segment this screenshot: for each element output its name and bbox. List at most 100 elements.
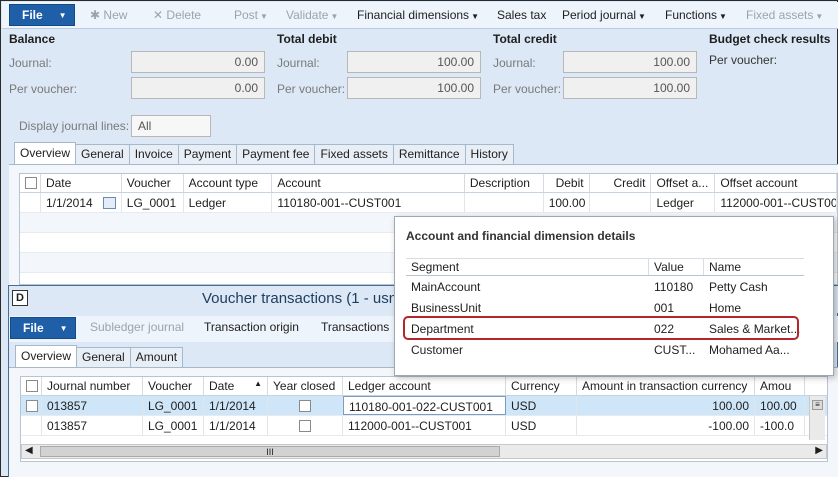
subledger-journal-button[interactable]: Subledger journal: [90, 320, 184, 334]
col-account-type[interactable]: Account type: [184, 174, 273, 192]
journal-number-cell[interactable]: 013857: [42, 416, 143, 435]
debit-journal-field: 100.00: [347, 51, 481, 73]
col-ledger-account[interactable]: Ledger account: [343, 377, 506, 395]
year-closed-checkbox[interactable]: [299, 420, 311, 432]
col-account[interactable]: Account: [272, 174, 465, 192]
row-checkbox[interactable]: [26, 400, 38, 412]
col-amount-transaction-currency[interactable]: Amount in transaction currency: [577, 377, 755, 395]
row-select-cell: [20, 193, 41, 212]
col-debit[interactable]: Debit: [544, 174, 590, 192]
debit-cell[interactable]: 100.00: [544, 193, 590, 212]
new-button[interactable]: ✱ New: [90, 8, 127, 22]
col-currency[interactable]: Currency: [506, 377, 577, 395]
currency-cell[interactable]: USD: [506, 396, 577, 415]
tab-overview[interactable]: Overview: [14, 142, 77, 164]
year-closed-checkbox[interactable]: [299, 400, 311, 412]
account-type-cell[interactable]: Ledger: [184, 193, 273, 212]
scroll-left-icon[interactable]: ◀: [25, 445, 33, 456]
tab-amount[interactable]: Amount: [129, 347, 184, 367]
col-voucher[interactable]: Voucher: [122, 174, 184, 192]
tab-fixed-assets[interactable]: Fixed assets: [314, 144, 394, 164]
tab-payment-fee[interactable]: Payment fee: [236, 144, 316, 164]
tab-history[interactable]: History: [464, 144, 514, 164]
col-offset-account-type[interactable]: Offset a...: [651, 174, 716, 192]
debit-journal-label: Journal:: [277, 56, 320, 70]
select-all-checkbox[interactable]: [25, 177, 37, 189]
sales-tax-button[interactable]: Sales tax: [497, 8, 546, 22]
balance-journal-field: 0.00: [131, 51, 265, 73]
year-closed-cell[interactable]: [268, 396, 343, 415]
credit-journal-label: Journal:: [493, 56, 536, 70]
col-voucher[interactable]: Voucher: [143, 377, 204, 395]
period-journal-button[interactable]: Period journal ▼: [562, 8, 646, 22]
budget-check-heading: Budget check results: [709, 32, 831, 46]
select-all-cell[interactable]: [20, 174, 41, 192]
table-row[interactable]: 013857 LG_0001 1/1/2014 110180-001-022-C…: [21, 396, 827, 416]
value-cell: 001: [654, 301, 675, 315]
row-select-cell[interactable]: [21, 396, 42, 415]
display-lines-select[interactable]: All: [131, 115, 211, 137]
voucher-cell[interactable]: LG_0001: [122, 193, 184, 212]
delete-button[interactable]: ✕ Delete: [153, 8, 201, 22]
currency-cell[interactable]: USD: [506, 416, 577, 435]
account-cell[interactable]: 110180-001--CUST001: [272, 193, 465, 212]
tab-general[interactable]: General: [75, 144, 130, 164]
balance-per-voucher-field: 0.00: [131, 77, 265, 99]
tab-overview[interactable]: Overview: [15, 345, 78, 367]
calendar-icon[interactable]: [102, 197, 116, 209]
col-description[interactable]: Description: [465, 174, 544, 192]
offset-account-cell[interactable]: 112000-001--CUST001: [715, 193, 837, 212]
amount-transaction-currency-cell[interactable]: -100.00: [577, 416, 755, 435]
date-cell[interactable]: 1/1/2014: [204, 416, 268, 435]
description-cell[interactable]: [465, 193, 544, 212]
tab-general[interactable]: General: [76, 347, 131, 367]
col-credit[interactable]: Credit: [590, 174, 652, 192]
file-label: File: [22, 8, 43, 22]
post-button[interactable]: Post ▼: [234, 8, 268, 22]
sort-ascending-icon: ▲: [254, 379, 262, 388]
vertical-scrollbar[interactable]: ≡: [809, 396, 825, 440]
select-all-cell[interactable]: [21, 377, 42, 395]
validate-button[interactable]: Validate ▼: [286, 8, 338, 22]
voucher-cell[interactable]: LG_0001: [143, 416, 204, 435]
fixed-assets-button[interactable]: Fixed assets ▼: [746, 8, 823, 22]
amount-cell[interactable]: 100.00: [755, 396, 805, 415]
financial-dimensions-button[interactable]: Financial dimensions ▼: [357, 8, 479, 22]
tab-remittance[interactable]: Remittance: [392, 144, 466, 164]
new-icon: ✱: [90, 8, 101, 22]
voucher-cell[interactable]: LG_0001: [143, 396, 204, 415]
date-cell[interactable]: 1/1/2014: [204, 396, 268, 415]
amount-transaction-currency-cell[interactable]: 100.00: [577, 396, 755, 415]
amount-cell[interactable]: -100.0: [755, 416, 805, 435]
year-closed-cell[interactable]: [268, 416, 343, 435]
scroll-right-icon[interactable]: ▶: [815, 445, 823, 456]
offset-account-type-cell[interactable]: Ledger: [651, 193, 716, 212]
app-icon: D: [12, 290, 28, 306]
file-menu-button[interactable]: File ▼: [9, 4, 75, 26]
voucher-file-menu-button[interactable]: File ▼: [10, 317, 76, 339]
table-row[interactable]: 1/1/2014 LG_0001 Ledger 110180-001--CUST…: [20, 193, 837, 213]
col-date[interactable]: Date: [41, 174, 122, 192]
segment-cell: BusinessUnit: [411, 301, 482, 315]
col-offset-account[interactable]: Offset account: [715, 174, 837, 192]
tab-payment[interactable]: Payment: [177, 144, 238, 164]
tab-invoice[interactable]: Invoice: [128, 144, 179, 164]
credit-per-voucher-label: Per voucher:: [493, 82, 562, 96]
transaction-origin-button[interactable]: Transaction origin: [204, 320, 299, 334]
date-cell[interactable]: 1/1/2014: [41, 193, 122, 212]
transactions-button[interactable]: Transactions: [321, 320, 389, 334]
credit-cell[interactable]: [590, 193, 652, 212]
col-amount[interactable]: Amou: [755, 377, 805, 395]
ledger-account-cell[interactable]: 110180-001-022-CUST001: [343, 396, 506, 415]
h-scroll-thumb[interactable]: III: [40, 446, 500, 457]
select-all-checkbox[interactable]: [26, 380, 38, 392]
ledger-account-cell[interactable]: 112000-001--CUST001: [343, 416, 506, 435]
journal-number-cell[interactable]: 013857: [42, 396, 143, 415]
col-year-closed[interactable]: Year closed: [268, 377, 343, 395]
col-journal-number[interactable]: Journal number: [42, 377, 143, 395]
table-row[interactable]: 013857 LG_0001 1/1/2014 112000-001--CUST…: [21, 416, 827, 436]
scroll-thumb[interactable]: ≡: [812, 400, 823, 410]
col-date[interactable]: Date ▲: [204, 377, 268, 395]
horizontal-scrollbar[interactable]: ◀ III ▶: [21, 444, 827, 459]
functions-button[interactable]: Functions ▼: [665, 8, 727, 22]
